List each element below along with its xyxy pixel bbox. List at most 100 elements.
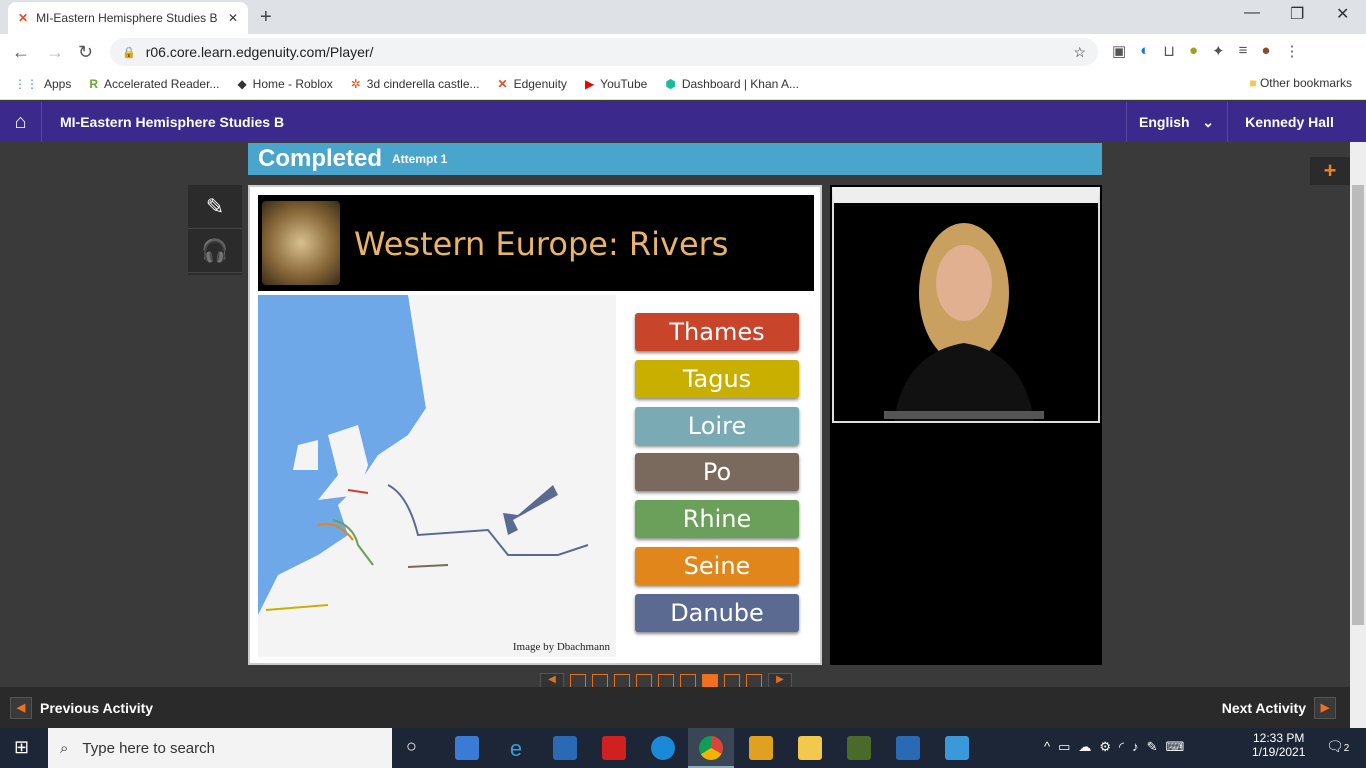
scrollbar-thumb[interactable] [1352, 185, 1364, 625]
pencil-icon[interactable]: ✎ [188, 185, 242, 229]
photos-icon[interactable] [896, 736, 920, 760]
app-icon[interactable] [945, 736, 969, 760]
extension-icon[interactable]: ⊔ [1163, 42, 1175, 60]
pager-page-6[interactable] [680, 674, 696, 688]
extension-icon[interactable]: ◐ [1140, 42, 1149, 60]
edgenuity-icon: ✕ [497, 76, 508, 91]
course-title: MI-Eastern Hemisphere Studies B [60, 114, 285, 130]
reload-icon[interactable]: ↻ [78, 42, 93, 63]
expand-plus-button[interactable]: + [1310, 157, 1350, 185]
edgenuity-favicon-icon: ✕ [18, 11, 29, 25]
file-explorer-icon[interactable] [798, 736, 822, 760]
other-bookmarks[interactable]: ■ Other bookmarks [1249, 76, 1352, 90]
bookmark-khan[interactable]: ⬢ Dashboard | Khan A... [665, 77, 799, 91]
presenter-video [884, 223, 1044, 421]
home-button[interactable]: ⌂ [0, 102, 42, 142]
system-tray-icons[interactable]: ^▭☁⚙◜♪✎⌨ [1044, 739, 1192, 755]
slide-banner: Western Europe: Rivers [258, 195, 814, 291]
pager-page-1[interactable] [570, 674, 586, 688]
store-icon[interactable] [749, 736, 773, 760]
date: 1/19/2021 [1252, 745, 1306, 759]
time: 12:33 PM [1253, 731, 1305, 745]
tab-title: MI-Eastern Hemisphere Studies B [36, 11, 218, 25]
app-header: ⌂ MI-Eastern Hemisphere Studies B Englis… [0, 102, 1366, 142]
bookmark-label: YouTube [600, 76, 648, 91]
new-tab-button[interactable]: + [260, 6, 272, 29]
user-menu[interactable]: Kennedy Hall [1227, 102, 1351, 142]
home-icon: ⌂ [14, 110, 27, 133]
bookmark-youtube[interactable]: ▶ YouTube [585, 77, 647, 91]
river-label-seine: Seine [635, 547, 799, 585]
pager-page-8[interactable] [724, 674, 740, 688]
puzzle-icon[interactable]: ✦ [1212, 42, 1225, 60]
windows-start-icon[interactable]: ⊞ [14, 737, 29, 758]
roblox-icon: ◆ [237, 76, 247, 91]
browser-tab[interactable]: ✕ MI-Eastern Hemisphere Studies B ✕ [8, 2, 248, 34]
bookmark-label: Dashboard | Khan A... [681, 76, 800, 91]
avatar[interactable]: ● [1261, 42, 1270, 60]
chrome-taskbar-button[interactable] [688, 728, 734, 768]
bookmarks-bar: ⋮⋮ Apps R Accelerated Reader... ◆ Home - Ro… [0, 68, 1366, 100]
bookmark-roblox[interactable]: ◆ Home - Roblox [237, 77, 332, 91]
bookmark-apps[interactable]: ⋮⋮ Apps [14, 77, 71, 91]
notifications-icon[interactable]: 🗨2 [1326, 738, 1349, 755]
star-icon[interactable]: ☆ [1073, 44, 1086, 61]
close-tab-icon[interactable]: ✕ [228, 11, 238, 25]
extension-icon[interactable]: ● [1189, 42, 1198, 60]
apps-icon: ⋮⋮ [14, 76, 38, 91]
forward-icon[interactable]: → [46, 42, 64, 63]
previous-activity-button[interactable]: ◀ Previous Activity [10, 697, 153, 719]
arrow-left-icon: ◀ [10, 697, 32, 719]
bookmark-edgenuity[interactable]: ✕ Edgenuity [498, 77, 567, 91]
maximize-button[interactable]: ❐ [1290, 4, 1304, 24]
notification-count: 2 [1343, 743, 1350, 754]
edge-icon[interactable] [651, 736, 675, 760]
menu-icon[interactable]: ⋮ [1284, 42, 1299, 60]
bookmark-label: Accelerated Reader... [104, 76, 220, 91]
europe-map: Image by Dbachmann [258, 295, 616, 657]
headphones-icon[interactable]: 🎧 [188, 229, 242, 273]
other-bookmarks-label: Other bookmarks [1259, 76, 1352, 90]
video-player[interactable] [832, 187, 1100, 423]
task-view-icon[interactable] [455, 736, 479, 760]
completed-label: Completed [258, 145, 383, 172]
cortana-icon[interactable]: ○ [406, 736, 417, 757]
url-input[interactable]: 🔒 r06.core.learn.edgenuity.com/Player/ ☆ [110, 38, 1098, 66]
pager-page-4[interactable] [636, 674, 652, 688]
pager-page-7[interactable] [702, 674, 718, 688]
khan-icon: ⬢ [665, 76, 676, 91]
bookmark-cinderella[interactable]: ✲ 3d cinderella castle... [351, 77, 480, 91]
clock[interactable]: 12:33 PM 1/19/2021 [1252, 731, 1305, 759]
media-icon[interactable]: ≡ [1239, 42, 1248, 60]
bookmark-label: Edgenuity [513, 76, 567, 91]
toolbar: ✎ 🎧 [188, 185, 242, 275]
roblox-app-icon[interactable] [602, 736, 626, 760]
extension-icon[interactable]: ▣ [1112, 42, 1126, 60]
minecraft-icon[interactable] [847, 736, 871, 760]
pager-page-9[interactable] [746, 674, 762, 688]
river-label-rhine: Rhine [635, 500, 799, 539]
chevron-down-icon: ⌄ [1202, 113, 1214, 130]
compass-image [262, 201, 340, 285]
language-select[interactable]: English ⌄ [1126, 102, 1226, 142]
pager-page-3[interactable] [614, 674, 630, 688]
minimize-button[interactable]: — [1244, 4, 1260, 22]
next-activity-button[interactable]: Next Activity ▶ [1222, 697, 1336, 719]
back-icon[interactable]: ← [12, 42, 30, 63]
bookmark-label: 3d cinderella castle... [366, 76, 480, 91]
ie-icon[interactable]: e [504, 736, 528, 761]
pager-page-2[interactable] [592, 674, 608, 688]
image-credit: Image by Dbachmann [512, 641, 610, 653]
pager-page-5[interactable] [658, 674, 674, 688]
mail-icon[interactable] [553, 736, 577, 760]
arrow-right-icon: ▶ [1314, 697, 1336, 719]
map-graphic [258, 295, 616, 657]
status-bar: Completed Attempt 1 [248, 143, 1102, 175]
taskbar: ⊞ ⌕ Type here to search ○ e ^▭☁⚙◜♪✎⌨ 12:3… [0, 728, 1366, 768]
close-window-button[interactable]: ✕ [1336, 4, 1349, 24]
taskbar-search[interactable]: ⌕ Type here to search [48, 728, 392, 768]
bookmark-accelerated-reader[interactable]: R Accelerated Reader... [89, 77, 219, 91]
bookmark-label: Apps [44, 76, 72, 91]
chrome-icon [699, 736, 723, 760]
next-label: Next Activity [1221, 700, 1306, 716]
